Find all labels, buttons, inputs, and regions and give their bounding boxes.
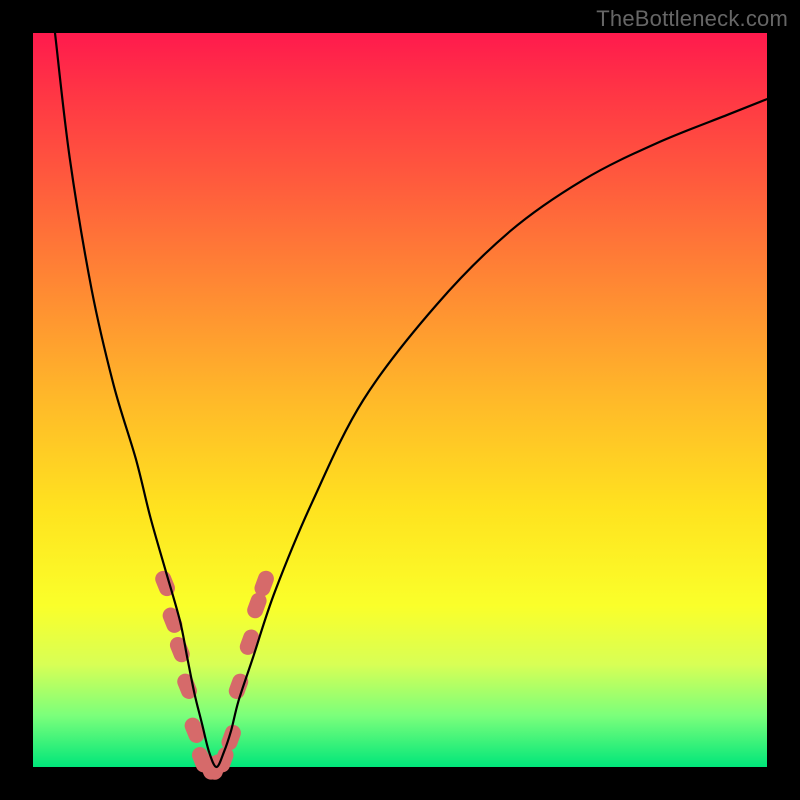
highlight-blob: [153, 568, 178, 598]
plot-area: [33, 33, 767, 767]
curve-layer: [33, 33, 767, 767]
highlight-blobs: [153, 568, 276, 782]
watermark-text: TheBottleneck.com: [596, 6, 788, 32]
bottleneck-curve: [55, 33, 767, 767]
chart-frame: TheBottleneck.com: [0, 0, 800, 800]
